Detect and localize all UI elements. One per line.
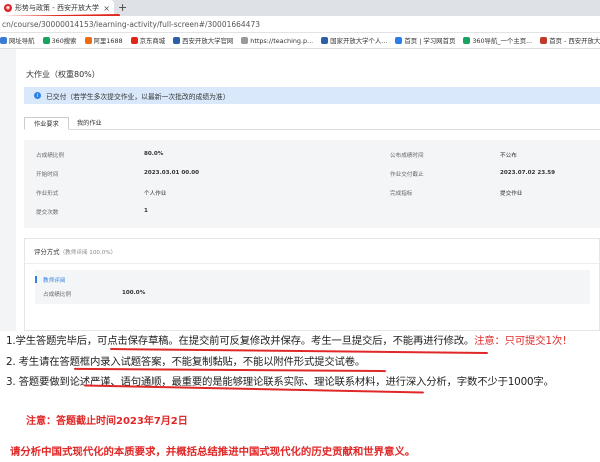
bookmark-item[interactable]: 360搜索 bbox=[42, 36, 77, 45]
bookmark-item[interactable]: 阿里1688 bbox=[84, 36, 123, 45]
notice-text: 已交付（若学生多次提交作业，以最新一次批改的成绩为准） bbox=[46, 92, 230, 101]
bookmark-item[interactable]: 西安开放大学官网 bbox=[173, 36, 233, 45]
score-ratio-label: 占成绩比例 bbox=[36, 153, 64, 159]
bookmark-item[interactable]: 京东商城 bbox=[130, 36, 166, 45]
page-content: 大作业（权重80%） i 已交付（若学生多次提交作业，以最新一次批改的成绩为准）… bbox=[0, 49, 600, 462]
bookmark-label: 西安开放大学官网 bbox=[182, 37, 234, 45]
bookmark-item[interactable]: 首页 - 西安开放大学... bbox=[540, 36, 600, 45]
submission-notice: i 已交付（若学生多次提交作业，以最新一次批改的成绩为准） bbox=[24, 87, 600, 104]
info-icon: i bbox=[34, 92, 41, 99]
tab-title: 形势与政策 - 西安开放大学 bbox=[15, 4, 99, 12]
form-value: 个人作业 bbox=[144, 191, 167, 197]
bookmark-icon bbox=[321, 37, 329, 44]
bookmark-icon bbox=[0, 37, 7, 44]
bookmark-icon bbox=[540, 37, 548, 44]
bookmark-icon bbox=[463, 37, 471, 44]
bookmark-item[interactable]: https://teaching.p... bbox=[241, 37, 313, 45]
bookmark-item[interactable]: 首页 | 学习网首页 bbox=[395, 36, 455, 45]
start-label: 开始时间 bbox=[36, 172, 59, 178]
publish-label: 公布成绩时间 bbox=[390, 153, 424, 159]
score-ratio-value: 80.0% bbox=[144, 151, 164, 157]
bookmark-icon bbox=[395, 37, 403, 44]
start-value: 2023.03.01 00.00 bbox=[144, 170, 200, 176]
left-panel bbox=[0, 49, 16, 331]
review-ratio-value: 100.0% bbox=[122, 290, 146, 296]
tab-my-homework[interactable]: 我的作业 bbox=[68, 117, 111, 130]
tab-requirements[interactable]: 作业要求 bbox=[24, 117, 69, 130]
submit-count-value: 1 bbox=[144, 208, 148, 214]
scoring-method: 评分方式（教师评阅 100.0%） bbox=[34, 247, 116, 256]
bookmark-label: 360搜索 bbox=[51, 37, 77, 45]
site-favicon-icon: ◉ bbox=[4, 4, 12, 12]
divider bbox=[25, 263, 599, 264]
bookmark-icon bbox=[241, 37, 249, 44]
complete-value: 提交作业 bbox=[500, 191, 523, 197]
bookmark-icon bbox=[130, 37, 138, 44]
publish-value: 不公布 bbox=[500, 153, 517, 159]
bookmark-label: 京东商城 bbox=[139, 37, 166, 45]
bookmark-icon bbox=[84, 37, 92, 44]
bookmark-label: 360导航_一个主页... bbox=[472, 37, 533, 45]
teacher-review-label: 教师评阅 bbox=[43, 278, 66, 284]
close-tab-icon[interactable]: × bbox=[103, 4, 110, 13]
deadline-label: 作业交付截止 bbox=[390, 172, 424, 178]
teacher-review-box: 教师评阅 占成绩比例 100.0% bbox=[35, 270, 590, 304]
scoring-method-label: 评分方式 bbox=[34, 248, 60, 256]
page-title: 大作业（权重80%） bbox=[26, 70, 100, 79]
accent-bar bbox=[35, 276, 37, 283]
bookmarks-bar: 网址导航 360搜索 阿里1688 京东商城 西安开放大学官网 https://teach… bbox=[0, 33, 600, 49]
bookmark-label: 阿里1688 bbox=[93, 37, 123, 45]
note-line-1: 1.学生答题完毕后，可点击保存草稿。在提交前可反复修改并保存。考生一旦提交后，不… bbox=[6, 332, 572, 347]
bookmark-icon bbox=[42, 37, 50, 44]
bookmark-label: 首页 | 学习网首页 bbox=[404, 37, 456, 45]
bookmark-item[interactable]: 网址导航 bbox=[0, 36, 35, 45]
deadline-value: 2023.07.02 23.59 bbox=[500, 170, 556, 176]
scoring-method-detail: （教师评阅 100.0%） bbox=[59, 250, 117, 256]
new-tab-button[interactable]: + bbox=[118, 1, 127, 14]
note-line-2: 2. 考生请在答题框内录入试题答案，不能复制黏贴，不能以附件形式提交试卷。 bbox=[6, 356, 366, 368]
bookmark-label: https://teaching.p... bbox=[250, 36, 314, 45]
bookmark-label: 网址导航 bbox=[9, 37, 35, 45]
form-label: 作业形式 bbox=[36, 191, 59, 197]
deadline-notice: 注意：答题截止时间2023年7月2日 bbox=[26, 416, 188, 427]
address-bar[interactable]: cn/course/30000014153/learning-activity/… bbox=[0, 16, 600, 33]
note-line-1-warning: 注意：只可提交1次！ bbox=[474, 335, 573, 347]
essay-question: 请分析中国式现代化的本质要求，并概括总结推进中国式现代化的历史贡献和世界意义。 bbox=[10, 446, 416, 458]
submit-count-label: 提交次数 bbox=[36, 210, 59, 216]
bookmark-label: 首页 - 西安开放大学... bbox=[549, 37, 600, 45]
review-ratio-label: 占成绩比例 bbox=[43, 292, 71, 298]
complete-label: 完成指标 bbox=[390, 191, 413, 197]
bookmark-label: 国家开放大学个人... bbox=[330, 37, 388, 45]
scoring-panel: 评分方式（教师评阅 100.0%） 教师评阅 占成绩比例 100.0% bbox=[24, 238, 600, 331]
bookmark-icon bbox=[173, 37, 181, 44]
bookmark-item[interactable]: 国家开放大学个人... bbox=[321, 36, 387, 45]
annotation-underline bbox=[73, 367, 387, 373]
content-tabs: 作业要求 我的作业 bbox=[24, 117, 600, 130]
homework-info-panel: 占成绩比例 80.0% 公布成绩时间 不公布 开始时间 2023.03.01 0… bbox=[24, 140, 600, 228]
note-line-1-text: 1.学生答题完毕后，可点击保存草稿。在提交前可反复修改并保存。考生一旦提交后，不… bbox=[6, 335, 475, 347]
bookmark-item[interactable]: 360导航_一个主页... bbox=[463, 36, 532, 45]
